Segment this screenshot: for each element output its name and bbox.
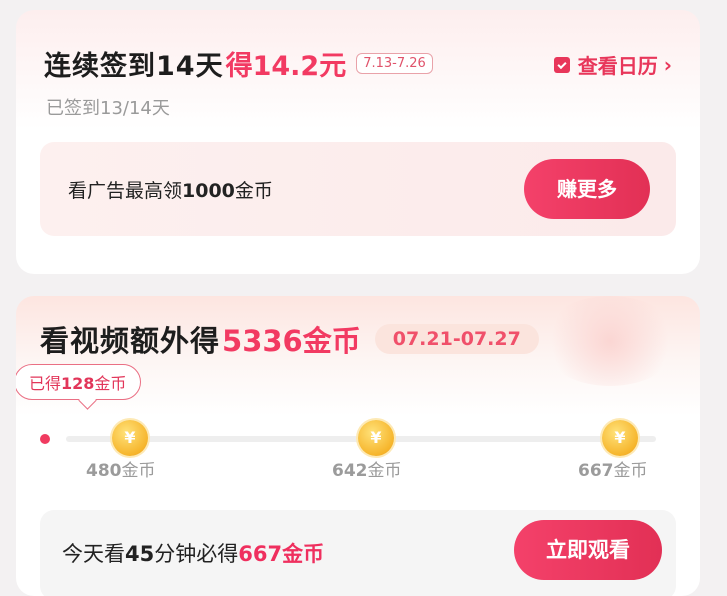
coin-icon: ¥ bbox=[602, 420, 638, 456]
video-date-pill: 07.21-07.27 bbox=[374, 324, 539, 354]
watch-task-text: 今天看45分钟必得667金币 bbox=[62, 542, 325, 566]
video-title: 看视频额外得 5336金币 07.21-07.27 bbox=[40, 318, 539, 360]
ad-reward-text: 看广告最高领1000金币 bbox=[68, 180, 273, 202]
coin-icon: ¥ bbox=[112, 420, 148, 456]
video-title-prefix: 看视频额外得 bbox=[40, 324, 221, 358]
milestone-label: 480金币 bbox=[86, 461, 156, 481]
progress-dot bbox=[40, 434, 50, 444]
calendar-check-icon bbox=[553, 56, 570, 73]
watch-now-button[interactable]: 立即观看 bbox=[514, 520, 662, 580]
decorative-blob bbox=[540, 296, 680, 386]
milestone-label: 667金币 bbox=[578, 461, 648, 481]
video-title-reward: 5336金币 bbox=[222, 324, 361, 358]
checkin-date-tag: 7.13-7.26 bbox=[356, 53, 433, 74]
milestone-label: 642金币 bbox=[332, 461, 402, 481]
earn-more-button[interactable]: 赚更多 bbox=[524, 159, 650, 219]
ad-reward-panel: 看广告最高领1000金币 赚更多 bbox=[40, 142, 676, 236]
earned-coins-bubble: 已得128金币 bbox=[16, 364, 142, 400]
coin-icon: ¥ bbox=[358, 420, 394, 456]
progress-track: ¥ ¥ ¥ bbox=[40, 420, 656, 456]
checkin-title-prefix: 连续签到14天 bbox=[44, 51, 224, 82]
view-calendar-link[interactable]: 查看日历 › bbox=[553, 50, 672, 79]
view-calendar-label: 查看日历 bbox=[577, 54, 658, 78]
checkin-card: 连续签到14天 得14.2元 7.13-7.26 查看日历 › 已签到13/14… bbox=[16, 10, 700, 274]
video-card: 看视频额外得 5336金币 07.21-07.27 已得128金币 ¥ ¥ ¥ … bbox=[16, 296, 700, 596]
watch-task-panel: 今天看45分钟必得667金币 立即观看 bbox=[40, 510, 676, 596]
checkin-title: 连续签到14天 得14.2元 7.13-7.26 bbox=[44, 44, 433, 83]
checkin-progress: 已签到13/14天 bbox=[46, 98, 170, 119]
chevron-right-icon: › bbox=[663, 52, 672, 77]
checkin-title-reward: 得14.2元 bbox=[225, 51, 347, 82]
